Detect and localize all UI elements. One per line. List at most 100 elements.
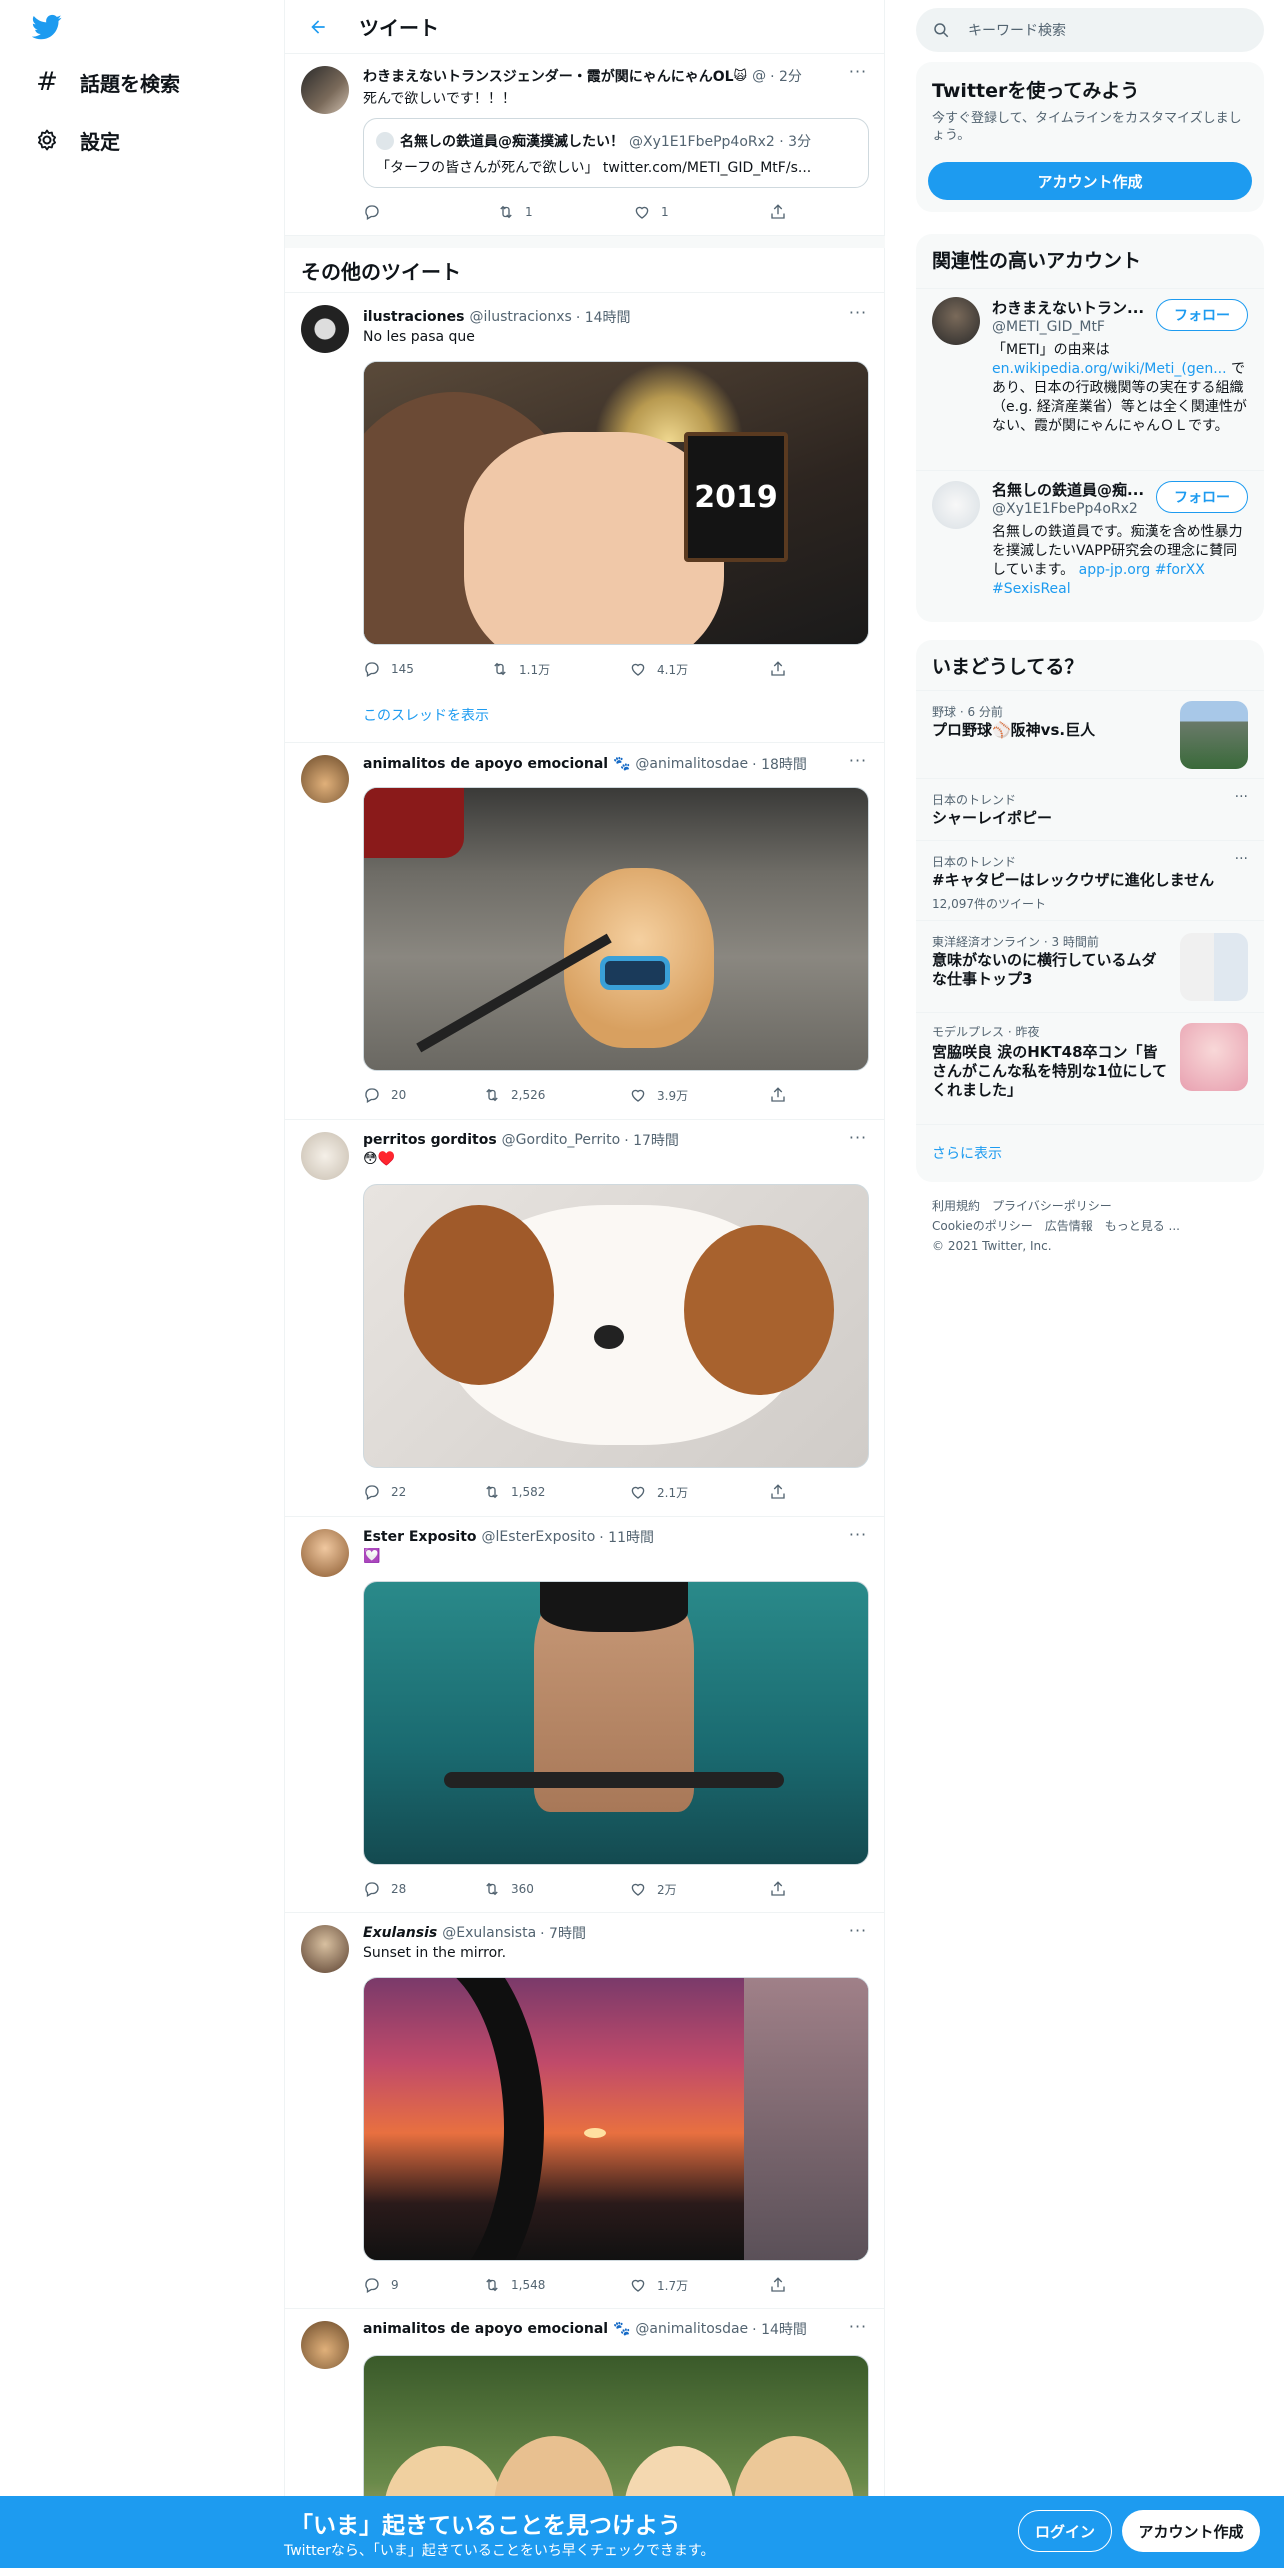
share-button[interactable] <box>769 2275 797 2295</box>
nav-explore[interactable]: # 話題を検索 <box>34 64 180 100</box>
trend-item[interactable]: 日本のトレンド #キャタピーはレックウザに進化しません 12,097件のツイート… <box>916 840 1264 920</box>
tweet-time[interactable]: · 7時間 <box>540 1923 586 1943</box>
main-tweet[interactable]: わきまえないトランスジェンダー・霞が関にゃんにゃんOL 🙀 @ · 2分 ···… <box>285 54 885 236</box>
login-button[interactable]: ログイン <box>1018 2510 1112 2552</box>
nav-settings[interactable]: 設定 <box>34 122 120 158</box>
retweet-button[interactable]: 1 <box>497 202 533 222</box>
tweet-author-name[interactable]: animalitos de apoyo emocional 🐾 <box>363 2321 630 2337</box>
avatar[interactable] <box>301 2321 349 2369</box>
like-button[interactable]: 1 <box>633 202 669 222</box>
avatar[interactable] <box>301 305 349 353</box>
tweet-author-name[interactable]: ilustraciones <box>363 309 464 325</box>
signup-button[interactable]: アカウント作成 <box>1122 2510 1260 2552</box>
retweet-count: 1 <box>525 205 533 219</box>
more-options-icon[interactable]: ··· <box>847 64 869 86</box>
tweet-author-name[interactable]: perritos gorditos <box>363 1132 497 1148</box>
tweet-card[interactable]: perritos gorditos @Gordito_Perrito · 17時… <box>285 1120 885 1517</box>
search-input[interactable]: キーワード検索 <box>968 20 1066 40</box>
more-options-icon[interactable]: ··· <box>847 1923 869 1945</box>
reply-button[interactable]: 22 <box>363 1482 406 1502</box>
tweet-image[interactable]: 2019 <box>363 361 869 645</box>
show-thread-link[interactable]: このスレッドを表示 <box>363 705 489 725</box>
account-item[interactable]: わきまえないトラン... @METI_GID_MtF フォロー 「METI」の由… <box>916 288 1264 470</box>
share-button[interactable] <box>769 1482 797 1502</box>
tweet-time[interactable]: · 11時間 <box>599 1527 654 1547</box>
more-options-icon[interactable]: ··· <box>847 305 869 327</box>
quoted-tweet[interactable]: 名無しの鉄道員@痴漢撲滅したい！ @Xy1E1FbePp4oRx2 · 3分 「… <box>363 118 869 188</box>
bio-link[interactable]: app-jp.org <box>1079 562 1151 578</box>
more-options-icon[interactable]: ··· <box>847 2319 869 2341</box>
more-options-icon[interactable]: ··· <box>1235 851 1248 867</box>
like-button[interactable]: 2.1万 <box>629 1482 688 1502</box>
back-arrow-icon[interactable] <box>303 12 333 42</box>
account-name[interactable]: 名無しの鉄道員@痴... <box>992 479 1148 500</box>
quote-author-name: 名無しの鉄道員@痴漢撲滅したい！ <box>400 134 624 150</box>
tweet-image[interactable] <box>363 1184 869 1468</box>
tweet-author-name[interactable]: animalitos de apoyo emocional 🐾 <box>363 756 630 772</box>
follow-button[interactable]: フォロー <box>1156 481 1248 513</box>
account-item[interactable]: 名無しの鉄道員@痴... @Xy1E1FbePp4oRx2 フォロー 名無しの鉄… <box>916 470 1264 622</box>
footer-line[interactable]: Cookieのポリシー 広告情報 もっと見る ... <box>932 1216 1180 1236</box>
tweet-card[interactable]: Exulansis @Exulansista · 7時間 ··· Sunset … <box>285 1913 885 2309</box>
tweet-author-name[interactable]: わきまえないトランスジェンダー・霞が関にゃんにゃんOL <box>363 66 734 86</box>
more-options-icon[interactable]: ··· <box>847 1130 869 1152</box>
create-account-button[interactable]: アカウント作成 <box>928 162 1252 200</box>
like-button[interactable]: 2万 <box>629 1879 677 1899</box>
tweet-time[interactable]: · 18時間 <box>752 754 807 774</box>
reply-button[interactable] <box>363 202 391 222</box>
more-options-icon[interactable]: ··· <box>847 1527 869 1549</box>
more-options-icon[interactable]: ··· <box>1235 789 1248 805</box>
retweet-button[interactable]: 360 <box>483 1879 534 1899</box>
reply-button[interactable]: 9 <box>363 2275 399 2295</box>
reply-button[interactable]: 28 <box>363 1879 406 1899</box>
account-name[interactable]: わきまえないトラン... <box>992 297 1148 318</box>
avatar[interactable] <box>932 481 980 529</box>
tweet-image[interactable] <box>363 1581 869 1865</box>
reply-button[interactable]: 145 <box>363 659 414 679</box>
trend-item[interactable]: 日本のトレンド シャーレイポピー ··· <box>916 778 1264 840</box>
tweet-card[interactable]: Ester Exposito @lEsterExposito · 11時間 ··… <box>285 1517 885 1913</box>
share-button[interactable] <box>769 1879 797 1899</box>
footer-line[interactable]: 利用規約 プライバシーポリシー <box>932 1196 1180 1216</box>
avatar[interactable] <box>932 297 980 345</box>
tweet-author-name[interactable]: Ester Exposito <box>363 1529 477 1545</box>
tweet-time[interactable]: · 17時間 <box>624 1130 679 1150</box>
reply-button[interactable]: 20 <box>363 1085 406 1105</box>
share-button[interactable] <box>769 1085 797 1105</box>
trend-item[interactable]: モデルプレス · 昨夜 宮脇咲良 涙のHKT48卒コン「皆さんがこんな私を特別な… <box>916 1012 1264 1124</box>
tweet-image[interactable] <box>363 1977 869 2261</box>
like-button[interactable]: 1.7万 <box>629 2275 688 2295</box>
follow-button[interactable]: フォロー <box>1156 299 1248 331</box>
avatar[interactable] <box>301 1925 349 1973</box>
avatar[interactable] <box>301 1132 349 1180</box>
tweet-author-handle: @animalitosdae <box>635 756 749 772</box>
tweet-card[interactable]: animalitos de apoyo emocional 🐾 @animali… <box>285 743 885 1120</box>
trend-item[interactable]: 東洋経済オンライン · 3 時間前 意味がないのに横行しているムダな仕事トップ3 <box>916 920 1264 1012</box>
share-button[interactable] <box>769 659 797 679</box>
show-more-link[interactable]: さらに表示 <box>932 1143 1002 1163</box>
trend-image <box>1180 701 1248 769</box>
tweet-card[interactable]: ilustraciones @ilustracionxs · 14時間 ··· … <box>285 293 885 743</box>
tweet-time[interactable]: · 14時間 <box>576 307 631 327</box>
tweet-image[interactable] <box>363 787 869 1071</box>
tweet-time[interactable]: · 14時間 <box>752 2319 807 2339</box>
share-icon <box>771 2277 785 2292</box>
retweet-button[interactable]: 2,526 <box>483 1085 545 1105</box>
avatar[interactable] <box>301 66 349 114</box>
avatar[interactable] <box>301 755 349 803</box>
bio-link[interactable]: en.wikipedia.org/wiki/Meti_(gen... <box>992 361 1227 377</box>
reply-count: 20 <box>391 1088 407 1102</box>
like-button[interactable]: 3.9万 <box>629 1085 688 1105</box>
tweet-author-name[interactable]: Exulansis <box>363 1925 437 1941</box>
share-button[interactable] <box>769 202 797 222</box>
retweet-button[interactable]: 1,548 <box>483 2275 545 2295</box>
retweet-button[interactable]: 1.1万 <box>491 659 550 679</box>
trend-item[interactable]: 野球 · 6 分前 プロ野球⚾阪神vs.巨人 <box>916 690 1264 778</box>
search-box[interactable]: キーワード検索 <box>916 8 1264 52</box>
avatar[interactable] <box>301 1529 349 1577</box>
like-button[interactable]: 4.1万 <box>629 659 688 679</box>
more-options-icon[interactable]: ··· <box>847 753 869 775</box>
retweet-button[interactable]: 1,582 <box>483 1482 545 1502</box>
twitter-logo-icon[interactable] <box>31 12 62 42</box>
tweet-time[interactable]: · 2分 <box>770 66 802 86</box>
